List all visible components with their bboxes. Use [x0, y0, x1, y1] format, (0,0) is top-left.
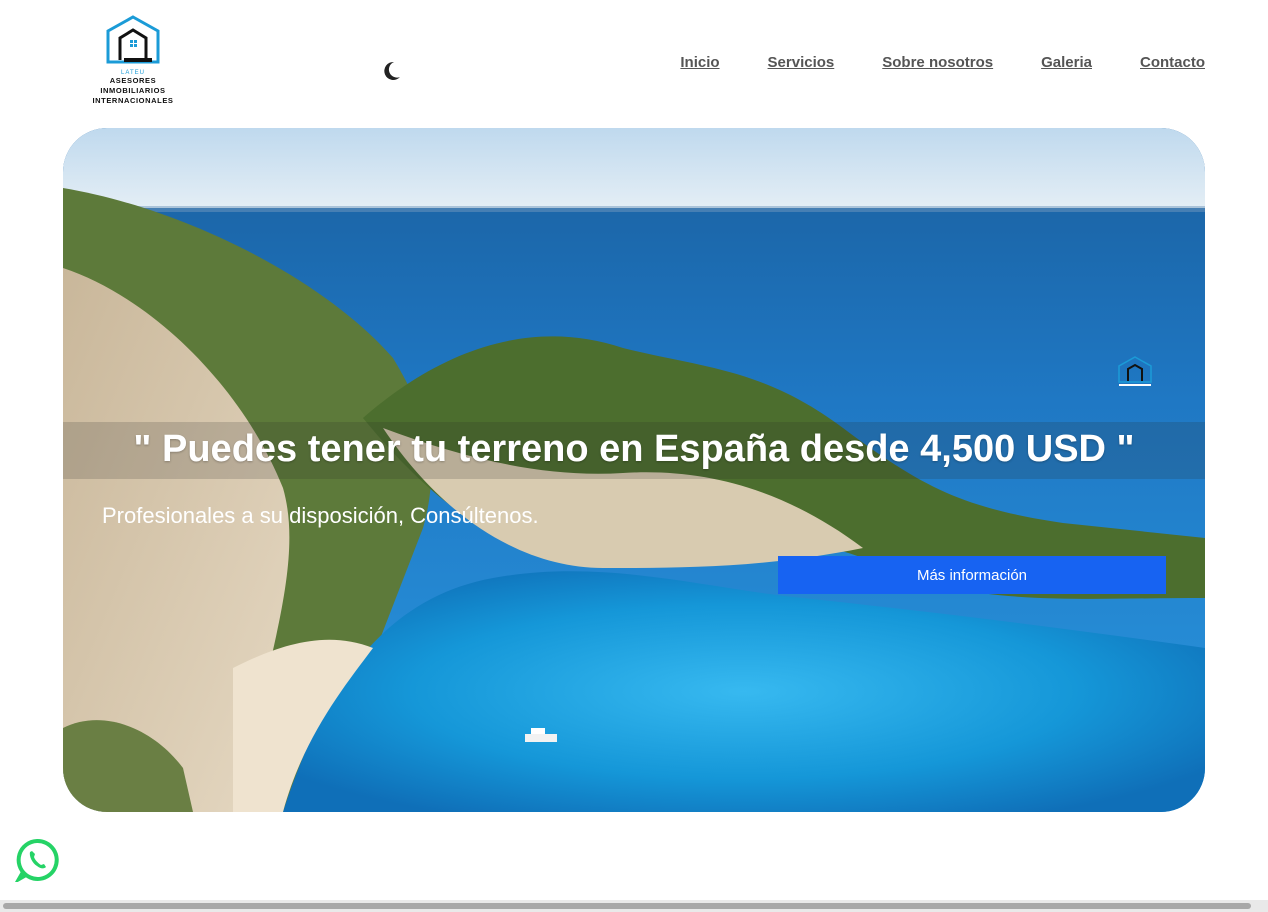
whatsapp-icon [13, 838, 59, 885]
horizontal-scrollbar[interactable] [0, 900, 1268, 912]
scrollbar-thumb[interactable] [3, 903, 1251, 909]
nav-link-gallery[interactable]: Galeria [1041, 54, 1092, 71]
hero-title: " Puedes tener tu terreno en España desd… [133, 428, 1135, 470]
nav-link-services[interactable]: Servicios [768, 54, 835, 71]
site-logo[interactable]: LATEU ASESORES INMOBILIARIOS INTERNACION… [78, 14, 188, 105]
nav-link-contact[interactable]: Contacto [1140, 54, 1205, 71]
brand-line-2: INTERNACIONALES [92, 96, 174, 105]
moon-icon [384, 61, 400, 80]
house-logo-icon [106, 15, 160, 64]
nav-link-home[interactable]: Inicio [680, 54, 719, 71]
hero-watermark-logo-icon [1118, 356, 1152, 386]
hero-subtitle: Profesionales a su disposición, Consúlte… [102, 503, 539, 528]
whatsapp-button[interactable] [13, 838, 59, 885]
more-info-button[interactable]: Más información [778, 556, 1166, 594]
theme-toggle-button[interactable] [380, 60, 402, 82]
hero-banner: " Puedes tener tu terreno en España desd… [63, 128, 1205, 812]
nav-link-about[interactable]: Sobre nosotros [882, 54, 993, 71]
brand-line-1: ASESORES INMOBILIARIOS [100, 76, 166, 95]
main-nav: Inicio Servicios Sobre nosotros Galeria … [680, 54, 1205, 71]
